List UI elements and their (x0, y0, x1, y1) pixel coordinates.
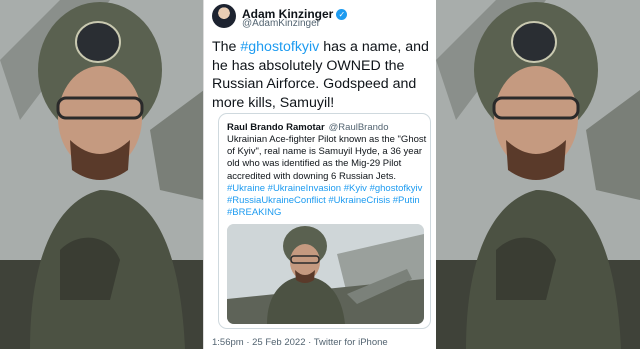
tweet-text-part1: The (212, 39, 241, 55)
pilot-photo-right (436, 0, 640, 349)
author-handle[interactable]: @AdamKinzinger (242, 18, 320, 29)
tweet-text: The #ghostofkyiv has a name, and he has … (212, 38, 432, 112)
verified-badge-icon: ✓ (336, 9, 348, 20)
tweet-timestamp[interactable]: 1:56pm · 25 Feb 2022 · Twitter for iPhon… (212, 337, 388, 348)
quoted-tweet[interactable]: Raul Brando Ramotar @RaulBrando Ukrainian… (218, 113, 431, 329)
quoted-hashtags[interactable]: #Ukraine #UkraineInvasion #Kyiv #ghostof… (227, 183, 422, 218)
quoted-text: Ukrainian Ace-fighter Pilot known as the… (227, 134, 427, 219)
quoted-author-name[interactable]: Raul Brando Ramotar (227, 122, 325, 133)
hashtag-link[interactable]: #ghostofkyiv (240, 39, 319, 55)
quoted-photo[interactable] (227, 224, 424, 324)
pilot-photo-left (0, 0, 204, 349)
quoted-author-handle[interactable]: @RaulBrando (329, 122, 389, 133)
avatar[interactable] (212, 4, 236, 28)
quoted-header: Raul Brando Ramotar @RaulBrando (227, 122, 388, 133)
quoted-body: Ukrainian Ace-fighter Pilot known as the… (227, 134, 427, 182)
tweet-card[interactable]: Adam Kinzinger ✓ @AdamKinzinger The #ghos… (204, 0, 436, 349)
